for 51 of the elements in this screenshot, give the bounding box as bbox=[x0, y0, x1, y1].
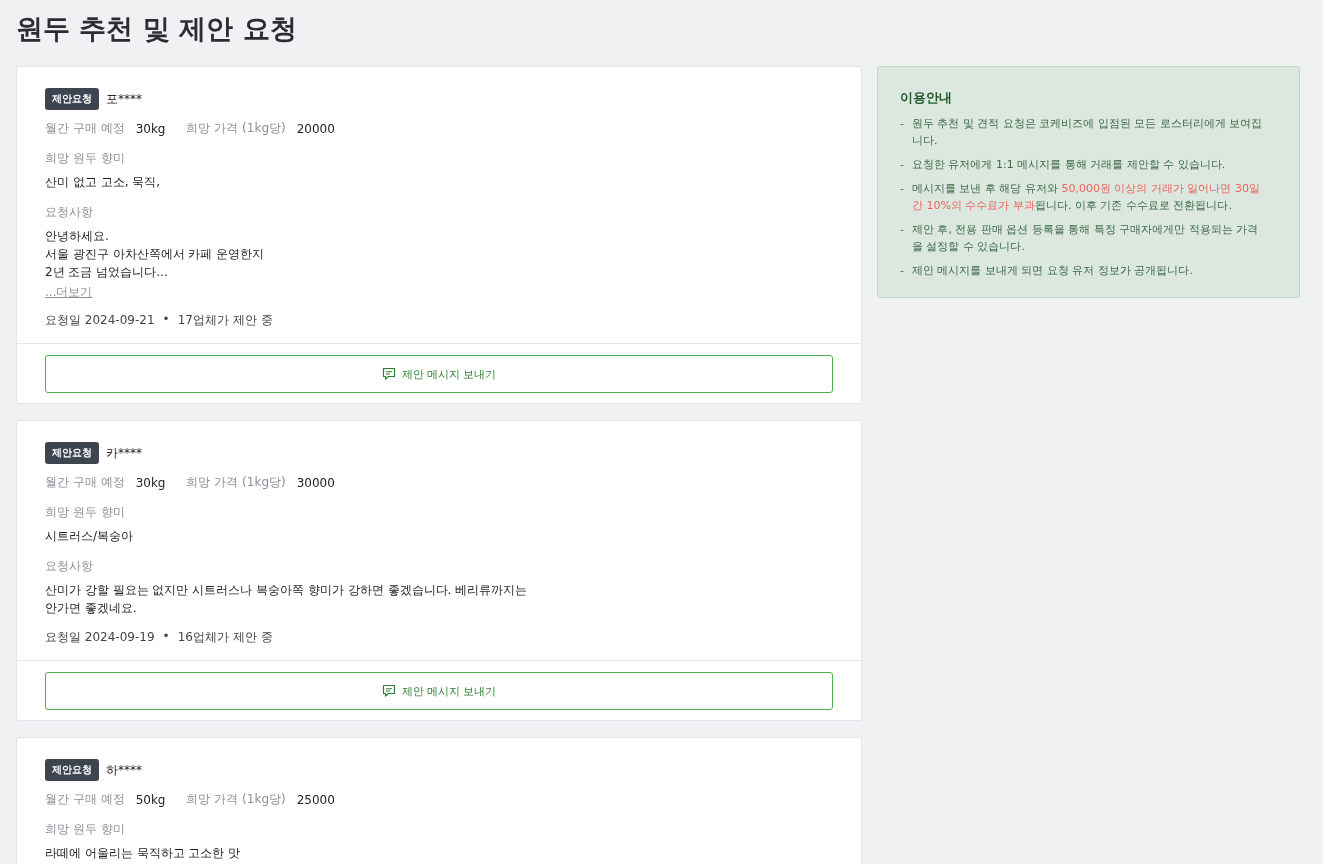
guide-title: 이용안내 bbox=[900, 89, 953, 107]
request-badge: 제안요청 bbox=[45, 759, 99, 781]
bullet-dash: - bbox=[900, 222, 904, 238]
price-value: 20000 bbox=[296, 121, 335, 136]
request-badge: 제안요청 bbox=[45, 88, 99, 110]
chat-icon bbox=[381, 684, 396, 698]
guide-text: 원두 추천 및 견적 요청은 코케비즈에 입점된 모든 로스터리에게 보여집니다. bbox=[912, 116, 1264, 149]
bullet-dash: - bbox=[900, 263, 904, 279]
bullet-dash: - bbox=[900, 116, 904, 132]
flavor-label: 희망 원두 향미 bbox=[45, 504, 126, 521]
guide-text: 요청한 유저에게 1:1 메시지를 통해 거래를 제안할 수 있습니다. bbox=[912, 157, 1227, 173]
more-link[interactable]: ...더보기 bbox=[45, 284, 93, 300]
flavor-text: 산미 없고 고소, 묵직, bbox=[45, 174, 162, 191]
page-title: 원두 추천 및 제안 요청 bbox=[16, 12, 298, 46]
user-name: 하**** bbox=[106, 761, 142, 779]
request-text: 산미가 강할 필요는 없지만 시트러스나 복숭아쪽 향미가 강하면 좋겠습니다. 베리류까지는 안가면 좋겠네요. bbox=[45, 582, 529, 617]
separator-dot: • bbox=[162, 629, 170, 645]
separator-dot: • bbox=[162, 312, 170, 328]
chat-icon bbox=[381, 367, 396, 381]
offer-count: 16업체가 제안 중 bbox=[177, 629, 273, 646]
request-date: 요청일 2024-09-19 bbox=[45, 629, 155, 646]
guide-text: 제안 메시지를 보내게 되면 요청 유저 정보가 공개됩니다. bbox=[912, 263, 1194, 279]
monthly-value: 30kg bbox=[135, 475, 166, 490]
price-label: 희망 가격 (1kg당) bbox=[186, 474, 286, 491]
request-label: 요청사항 bbox=[45, 204, 94, 221]
bullet-dash: - bbox=[900, 181, 904, 197]
request-label: 요청사항 bbox=[45, 558, 94, 575]
monthly-label: 월간 구매 예정 bbox=[45, 791, 125, 808]
flavor-label: 희망 원두 향미 bbox=[45, 150, 126, 167]
monthly-value: 50kg bbox=[135, 792, 166, 807]
guide-text: 메시지를 보낸 후 해당 유저와 50,000원 이상의 거래가 일어나면 30일간 10%의 수수료가 부과됩니다. 이후 기존 수수료로 전환됩니다. bbox=[912, 181, 1261, 214]
bullet-dash: - bbox=[900, 157, 904, 173]
send-offer-button[interactable]: 제안 메시지 보내기 bbox=[45, 355, 833, 393]
price-value: 25000 bbox=[296, 792, 335, 807]
monthly-label: 월간 구매 예정 bbox=[45, 120, 125, 137]
price-value: 30000 bbox=[296, 475, 335, 490]
price-label: 희망 가격 (1kg당) bbox=[186, 791, 286, 808]
request-text: 안녕하세요. 서울 광진구 아차산쪽에서 카페 운영한지 2년 조금 넘었습니다... bbox=[45, 228, 266, 281]
request-date: 요청일 2024-09-21 bbox=[45, 312, 155, 329]
flavor-text: 시트러스/복숭아 bbox=[45, 528, 135, 545]
send-offer-button[interactable]: 제안 메시지 보내기 bbox=[45, 672, 833, 710]
monthly-value: 30kg bbox=[135, 121, 166, 136]
offer-count: 17업체가 제안 중 bbox=[177, 312, 273, 329]
flavor-label: 희망 원두 향미 bbox=[45, 821, 126, 838]
request-badge: 제안요청 bbox=[45, 442, 99, 464]
monthly-label: 월간 구매 예정 bbox=[45, 474, 125, 491]
flavor-text: 라떼에 어울리는 묵직하고 고소한 맛 bbox=[45, 845, 242, 862]
guide-text: 제안 후, 전용 판매 옵션 등록을 통해 특정 구매자에게만 적용되는 가격을 설정할 수 있습니다. bbox=[912, 222, 1260, 255]
user-name: 포**** bbox=[106, 90, 142, 108]
user-name: 카**** bbox=[106, 444, 142, 462]
price-label: 희망 가격 (1kg당) bbox=[186, 120, 286, 137]
